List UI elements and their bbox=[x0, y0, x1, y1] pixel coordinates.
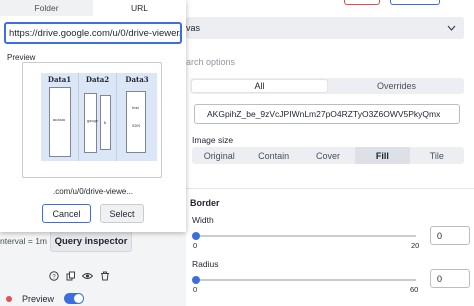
eye-icon[interactable] bbox=[82, 270, 93, 281]
image-size-original[interactable]: Original bbox=[192, 147, 246, 164]
thumbnail-panel-label: text bbox=[132, 106, 139, 110]
preview-thumbnail: Data1 motion Data2 gauge b Data3 text SD… bbox=[41, 73, 157, 161]
preview-toggle-label: Preview bbox=[22, 293, 55, 304]
image-size-selector: Original Contain Cover Fill Tile bbox=[192, 147, 464, 164]
thumbnail-panel: text SDN bbox=[126, 91, 146, 153]
query-row-actions: ? bbox=[48, 270, 110, 281]
thumbnail-panel-label: gauge bbox=[87, 119, 98, 123]
apply-button[interactable] bbox=[390, 0, 440, 5]
section-divider bbox=[186, 188, 474, 189]
thumbnail-panel: gauge bbox=[84, 93, 98, 153]
help-icon[interactable]: ? bbox=[48, 270, 59, 281]
canvas-visualization-picker[interactable]: vas bbox=[186, 17, 464, 39]
status-dot bbox=[6, 295, 12, 302]
preview-toggle-row: Preview bbox=[6, 293, 85, 304]
thumbnail-column-title: Data1 bbox=[47, 75, 72, 84]
thumbnail-column: Data3 text SDN bbox=[117, 73, 157, 161]
tab-url[interactable]: URL bbox=[93, 0, 186, 16]
trash-icon[interactable] bbox=[99, 270, 110, 281]
copy-icon[interactable] bbox=[65, 270, 76, 281]
preview-toggle[interactable] bbox=[64, 293, 85, 304]
thumbnail-panel-label: SDN bbox=[132, 124, 141, 128]
options-tabs: All Overrides bbox=[190, 78, 464, 94]
tab-overrides[interactable]: Overrides bbox=[329, 78, 464, 94]
border-radius-label: Radius bbox=[192, 259, 219, 269]
image-size-cover[interactable]: Cover bbox=[301, 147, 355, 164]
interval-text: nterval = 1m bbox=[0, 236, 48, 246]
query-inspector-button[interactable]: Query inspector bbox=[50, 230, 132, 252]
visualization-name: vas bbox=[186, 23, 201, 33]
thumbnail-column-title: Data3 bbox=[125, 75, 149, 84]
border-radius-max: 60 bbox=[410, 285, 419, 294]
discard-button[interactable] bbox=[344, 0, 380, 5]
thumbnail-column: Data1 motion bbox=[41, 73, 79, 161]
select-button[interactable]: Select bbox=[100, 204, 144, 223]
thumbnail-column: Data2 gauge b bbox=[79, 73, 117, 161]
url-input[interactable]: https://drive.google.com/u/0/drive-viewe… bbox=[4, 22, 182, 44]
resource-picker-tabs: Folder URL bbox=[0, 0, 186, 16]
thumbnail-panel-label: motion bbox=[53, 118, 66, 122]
border-section-title: Border bbox=[190, 198, 220, 208]
tab-folder[interactable]: Folder bbox=[0, 0, 93, 16]
image-size-tile[interactable]: Tile bbox=[410, 147, 464, 164]
tab-all[interactable]: All bbox=[192, 80, 327, 92]
border-width-min: 0 bbox=[193, 241, 198, 250]
border-width-slider[interactable] bbox=[196, 235, 416, 237]
thumbnail-panel: motion bbox=[49, 87, 71, 157]
border-radius-input[interactable]: 0 bbox=[430, 269, 470, 288]
thumbnail-column-title: Data2 bbox=[85, 75, 110, 84]
border-width-max: 20 bbox=[411, 241, 420, 250]
search-options-input[interactable]: arch options bbox=[186, 57, 235, 67]
border-radius-slider[interactable] bbox=[196, 279, 416, 281]
resource-picker-popover: Folder URL https://drive.google.com/u/0/… bbox=[0, 0, 186, 232]
border-width-slider-handle[interactable] bbox=[192, 232, 200, 240]
preview-card: Data1 motion Data2 gauge b Data3 text SD… bbox=[22, 62, 162, 178]
border-radius-slider-handle[interactable] bbox=[192, 276, 200, 284]
thumbnail-panel: b bbox=[100, 95, 111, 150]
preview-caption: .com/u/0/drive-viewe... bbox=[52, 187, 134, 196]
chevron-down-icon bbox=[447, 23, 456, 33]
border-width-label: Width bbox=[192, 215, 214, 225]
preview-title: Preview bbox=[7, 53, 36, 62]
border-width-input[interactable]: 0 bbox=[430, 226, 470, 245]
thumbnail-panel-label: b bbox=[104, 121, 107, 125]
cancel-button[interactable]: Cancel bbox=[42, 204, 91, 223]
image-size-contain[interactable]: Contain bbox=[246, 147, 300, 164]
image-size-label: Image size bbox=[192, 135, 234, 145]
image-url-field[interactable]: AKGpihZ_be_9zVcJPIWnLm27pO4RZTyO3Z6OWV5P… bbox=[194, 104, 460, 124]
image-size-fill[interactable]: Fill bbox=[355, 147, 410, 164]
border-radius-min: 0 bbox=[193, 285, 198, 294]
